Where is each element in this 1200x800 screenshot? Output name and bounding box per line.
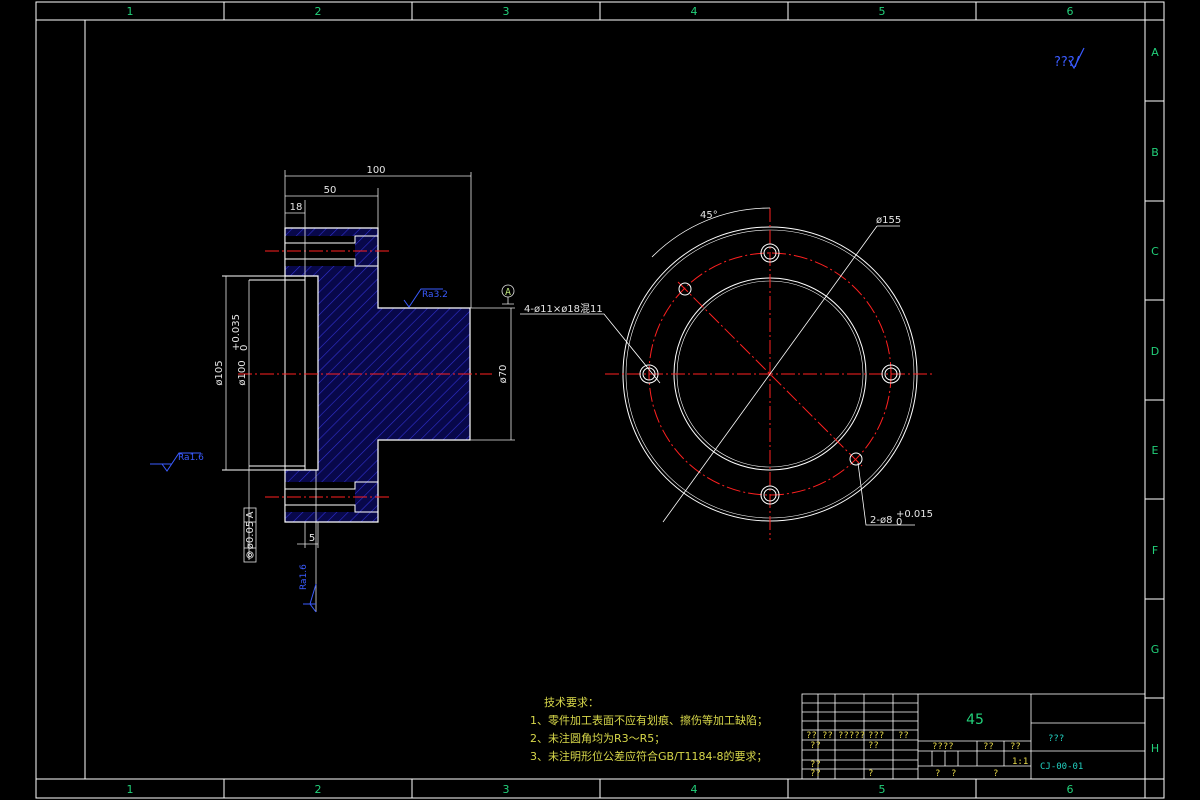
dim-dia-105: ø105 [214,360,225,385]
note-item-3: 3、未注明形位公差应符合GB/T1184-8的要求； [530,749,767,763]
row-label-b: B [1151,146,1159,159]
company-label: ??? [1048,734,1064,744]
scale-label: 1:1 [1012,757,1028,767]
dim-dia-155: ø155 [876,215,901,226]
datum-a-label: A [505,287,511,298]
drawing-number: CJ-00-01 [1040,762,1083,772]
section-view: 100 50 18 5 ø105 ø100 +0.035 0 ø70 Ra3.2… [150,165,515,613]
dim-length-50: 50 [324,185,337,196]
note-item-1: 1、零件加工表面不应有划痕、擦伤等加工缺陷； [530,713,768,727]
col-label-top-5: 5 [879,5,886,18]
tb-cell-1: ?? [806,731,817,741]
tb-cell-16: ? [993,769,998,779]
general-roughness-mark: ???/ [1054,55,1080,70]
dim-length-18: 18 [290,202,303,213]
flange-section-body [284,227,471,523]
tb-cell-14: ? [935,769,940,779]
tb-cell-15: ? [951,769,956,779]
tb-cell-12: ?? [810,769,821,779]
row-label-a: A [1151,46,1159,59]
tb-cell-7: ?? [868,741,879,751]
col-label-top-1: 1 [127,5,134,18]
dim-holes-2x-lower-tol: 0 [896,517,902,528]
tb-cell-3: ????? [838,731,865,741]
col-label-top-6: 6 [1067,5,1074,18]
tb-cell-11: ?? [1010,742,1021,752]
roughness-bottom-label: Ra1.6 [299,564,309,590]
gdt-tolerance: ø0.05 [245,521,256,549]
col-label-top-2: 2 [315,5,322,18]
roughness-left-label: Ra1.6 [178,453,204,463]
col-label-bottom-1: 1 [127,783,134,796]
tb-cell-6: ?? [810,741,821,751]
tb-cell-13: ? [868,769,873,779]
col-label-bottom-3: 3 [503,783,510,796]
col-label-bottom-6: 6 [1067,783,1074,796]
notes-title: 技术要求： [544,696,599,709]
material-label: 45 [966,712,984,728]
dim-dia-100-lower-tol: 0 [239,345,250,351]
technical-notes: 技术要求： 1、零件加工表面不应有划痕、擦伤等加工缺陷； 2、未注圆角均为R3～… [530,696,768,763]
row-label-c: C [1151,245,1159,258]
title-block: 45 ??? CJ-00-01 ?? ?? ????? ??? ?? ?? ??… [801,693,1146,780]
col-label-bottom-4: 4 [691,783,698,796]
row-label-d: D [1151,345,1159,358]
drawing-sheet: 1 2 3 4 5 6 1 2 3 4 5 6 A B C D E F G H … [35,1,1165,799]
dim-dia-100: ø100 [237,360,248,385]
row-label-g: G [1151,643,1160,656]
gdt-datum-ref: A [245,511,256,518]
tb-cell-2: ?? [822,731,833,741]
end-view: ø155 45° 4-ø11×ø18混11 2-ø8 +0.015 0 [520,207,935,540]
dim-holes-4x: 4-ø11×ø18混11 [524,303,603,315]
col-label-top-3: 3 [503,5,510,18]
roughness-top-label: Ra3.2 [422,290,448,300]
tb-cell-4: ??? [868,731,884,741]
dim-length-5: 5 [309,533,315,544]
col-label-top-4: 4 [691,5,698,18]
dim-dia-70: ø70 [498,365,509,384]
tb-cell-5: ?? [898,731,909,741]
tb-cell-9: ???? [932,742,954,752]
col-label-bottom-5: 5 [879,783,886,796]
note-item-2: 2、未注圆角均为R3～R5； [530,731,665,745]
row-label-e: E [1152,444,1159,457]
col-label-bottom-2: 2 [315,783,322,796]
dim-angle-45: 45° [700,210,718,221]
row-label-f: F [1152,544,1158,557]
sheet-frame: 1 2 3 4 5 6 1 2 3 4 5 6 A B C D E F G H [35,1,1165,799]
dim-holes-2x: 2-ø8 [870,515,892,526]
tb-cell-10: ?? [983,742,994,752]
dim-length-100: 100 [366,165,385,176]
row-label-h: H [1151,742,1159,755]
